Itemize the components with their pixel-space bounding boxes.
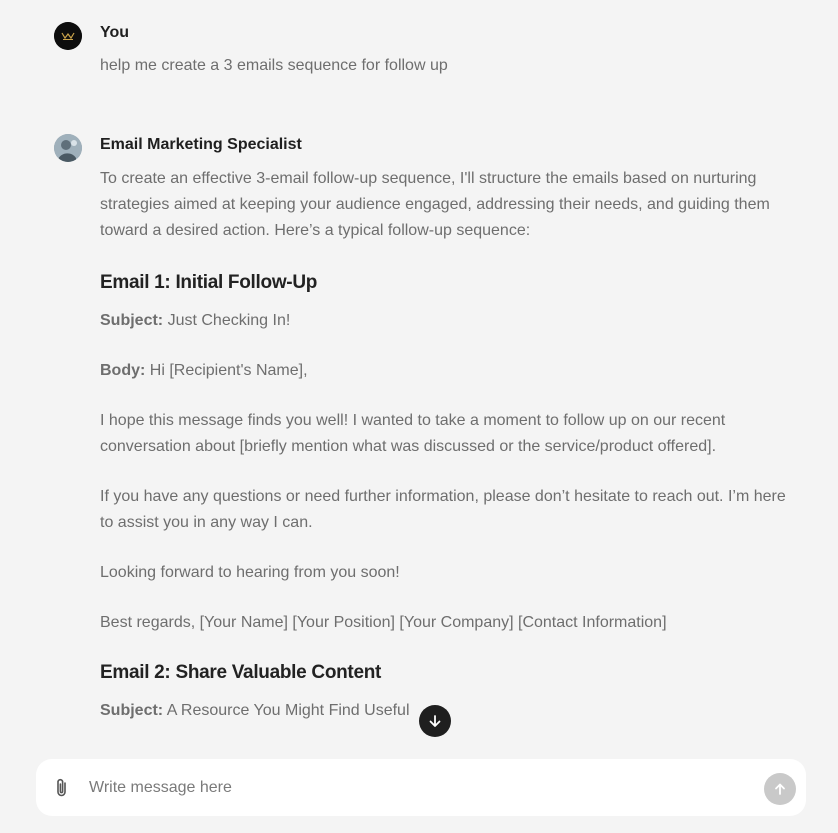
email1-subject: Subject: Just Checking In! <box>100 308 800 334</box>
message-input[interactable] <box>89 775 739 801</box>
paperclip-icon <box>57 778 66 797</box>
subject-label: Subject: <box>100 702 164 719</box>
message-composer <box>36 759 806 816</box>
chat-thread: You help me create a 3 emails sequence f… <box>0 0 838 833</box>
send-button[interactable] <box>764 773 796 805</box>
body-label: Body: <box>100 362 146 379</box>
email1-paragraph-2: If you have any questions or need furthe… <box>100 488 786 531</box>
user-avatar <box>54 22 82 50</box>
arrow-down-icon <box>429 715 441 727</box>
user-message: help me create a 3 emails sequence for f… <box>100 57 448 74</box>
assistant-message: To create an effective 3-email follow-up… <box>100 166 800 748</box>
arrow-up-icon <box>775 783 785 795</box>
email1-paragraph-3: Looking forward to hearing from you soon… <box>100 564 400 581</box>
email1-body: Body: Hi [Recipient's Name], <box>100 358 800 384</box>
email1-paragraph-1: I hope this message finds you well! I wa… <box>100 412 726 455</box>
email2-subject-text: A Resource You Might Find Useful <box>163 702 410 719</box>
email1-greeting: Hi [Recipient's Name], <box>145 362 308 379</box>
email1-signoff: Best regards, [Your Name] [Your Position… <box>100 614 667 631</box>
intro-text: To create an effective 3-email follow-up… <box>100 170 770 239</box>
email1-heading: Email 1: Initial Follow-Up <box>100 272 318 293</box>
assistant-avatar <box>54 134 82 162</box>
subject-label: Subject: <box>100 312 164 329</box>
assistant-name: Email Marketing Specialist <box>100 136 302 153</box>
attach-button[interactable] <box>52 777 72 799</box>
email1-subject-text: Just Checking In! <box>163 312 291 329</box>
scroll-to-bottom-button[interactable] <box>419 705 451 737</box>
email2-heading: Email 2: Share Valuable Content <box>100 662 382 683</box>
user-name: You <box>100 24 130 41</box>
